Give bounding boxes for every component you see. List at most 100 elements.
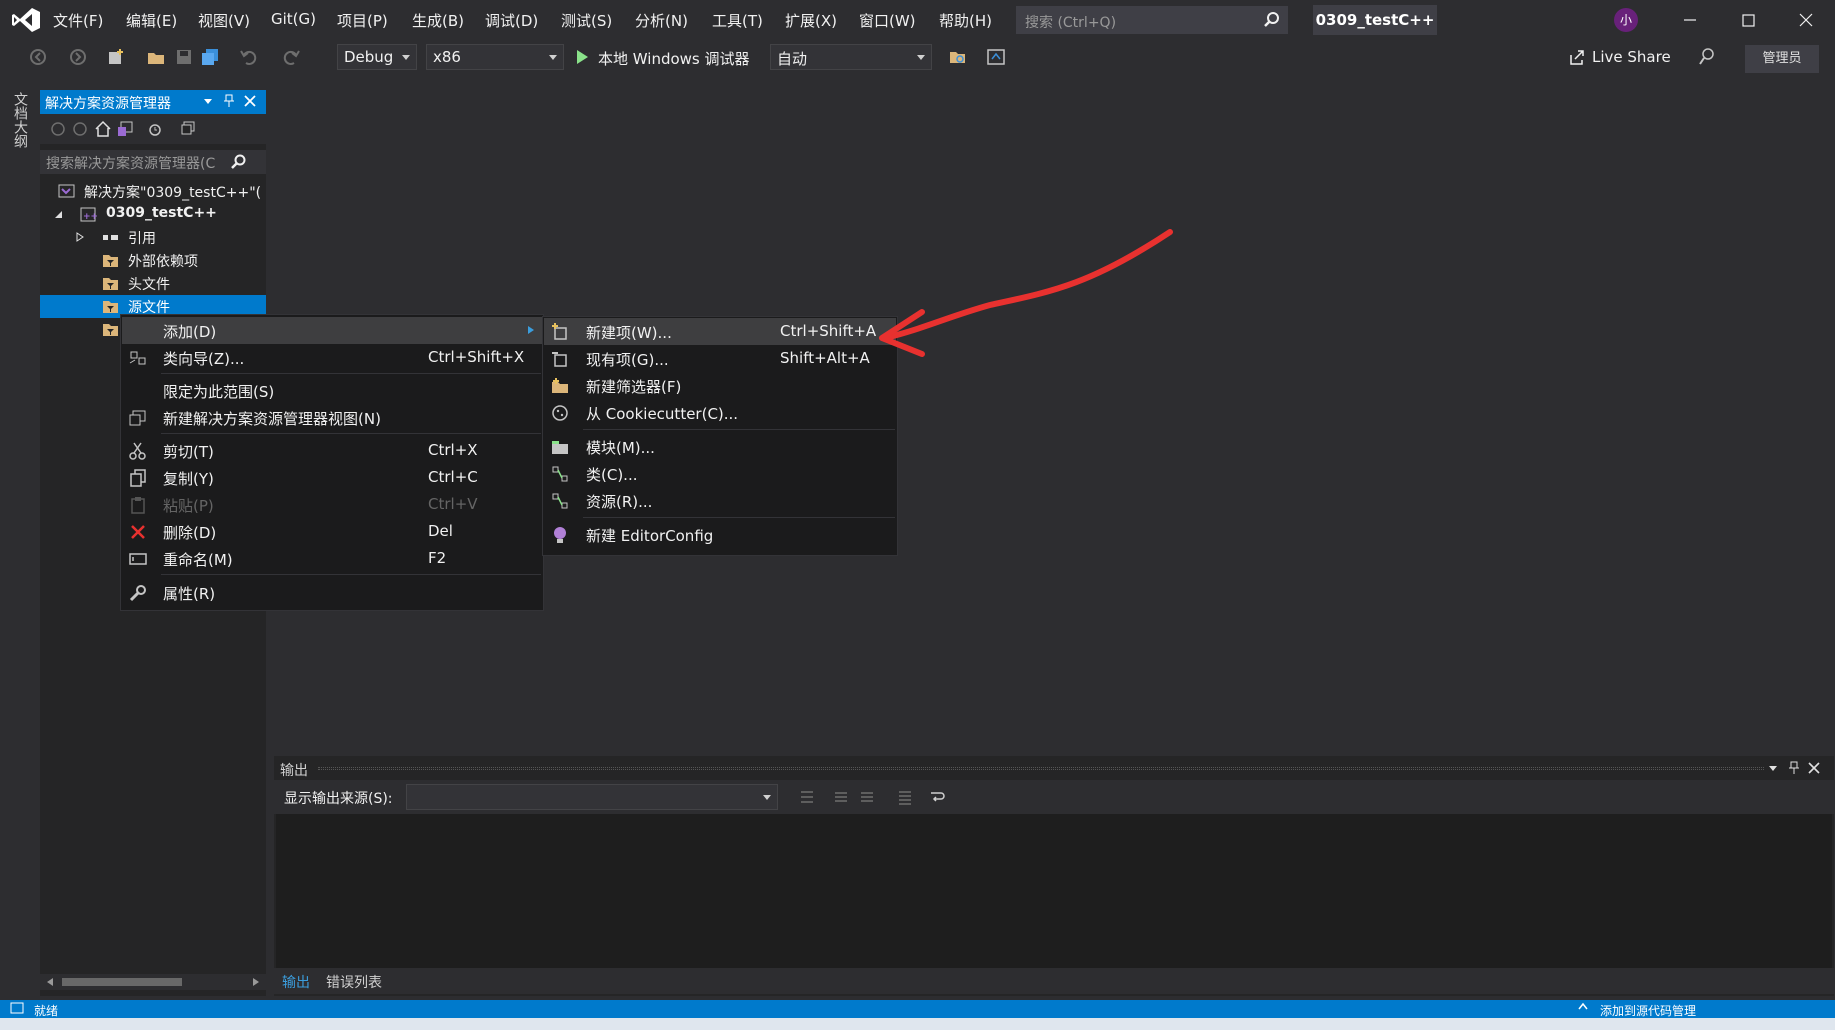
menu-item-shortcut: Ctrl+V (428, 495, 478, 513)
start-debugger-button[interactable]: 本地 Windows 调试器 (598, 48, 750, 69)
close-icon[interactable] (244, 95, 256, 107)
find-message-icon[interactable] (798, 788, 816, 806)
pin-icon[interactable] (223, 94, 235, 108)
search-placeholder: 搜索 (Ctrl+Q) (1025, 15, 1117, 31)
menu-test[interactable]: 测试(S) (561, 10, 612, 31)
save-all-icon[interactable] (200, 47, 220, 67)
tree-item-references[interactable]: 引用 (40, 226, 266, 249)
up-arrow-icon[interactable] (1578, 1002, 1588, 1012)
tree-item-header-files[interactable]: 头文件 (40, 272, 266, 295)
output-header: 输出 (274, 756, 1834, 780)
toggle-word-wrap-icon[interactable] (928, 788, 946, 806)
expanded-triangle-icon[interactable] (54, 210, 63, 219)
tree-item-solution[interactable]: 解决方案"0309_testC++"( (40, 180, 266, 203)
user-avatar[interactable]: 小 (1614, 8, 1638, 32)
close-icon[interactable] (1808, 762, 1820, 774)
output-source-select[interactable] (406, 784, 778, 810)
submenu-item-class[interactable]: 类(C)... (544, 460, 896, 487)
submenu-item-resource[interactable]: 资源(R)... (544, 487, 896, 514)
solution-explorer-search-input[interactable]: 搜索解决方案资源管理器(C (40, 150, 266, 174)
admin-badge[interactable]: 管理员 (1745, 45, 1819, 73)
context-menu-item-cut[interactable]: 剪切(T) Ctrl+X (122, 437, 542, 464)
previous-message-icon[interactable] (832, 788, 850, 806)
menu-file[interactable]: 文件(F) (53, 10, 103, 31)
collapsed-triangle-icon[interactable] (76, 232, 84, 242)
search-icon[interactable] (1263, 11, 1281, 29)
context-menu-item-add[interactable]: 添加(D) (122, 317, 542, 344)
panel-menu-chevron-icon[interactable] (202, 95, 214, 107)
browser-link-icon[interactable] (986, 47, 1006, 67)
resource-icon (550, 491, 570, 511)
menu-item-shortcut: Ctrl+Shift+A (780, 322, 877, 340)
auto-select[interactable]: 自动 (770, 44, 932, 70)
scrollbar-thumb[interactable] (62, 978, 182, 986)
menu-edit[interactable]: 编辑(E) (126, 10, 177, 31)
folder-search-icon[interactable] (948, 47, 968, 67)
next-message-icon[interactable] (858, 788, 876, 806)
minimize-icon[interactable] (1678, 8, 1702, 32)
clear-all-icon[interactable] (896, 788, 914, 806)
context-menu-item-scope-to-this[interactable]: 限定为此范围(S) (122, 377, 542, 404)
output-text-area[interactable] (276, 814, 1832, 968)
close-window-icon[interactable] (1794, 8, 1818, 32)
undo-icon[interactable] (238, 47, 258, 67)
maximize-icon[interactable] (1736, 8, 1760, 32)
global-search-input[interactable]: 搜索 (Ctrl+Q) (1016, 6, 1288, 34)
submenu-item-cookiecutter[interactable]: 从 Cookiecutter(C)... (544, 399, 896, 426)
menu-view[interactable]: 视图(V) (198, 10, 250, 31)
submenu-item-existing-item[interactable]: 现有项(G)... Shift+Alt+A (544, 345, 896, 372)
context-menu-item-rename[interactable]: 重命名(M) F2 (122, 545, 542, 572)
pin-icon[interactable] (1788, 761, 1800, 775)
scroll-left-arrow-icon[interactable] (46, 978, 54, 986)
context-menu-item-copy[interactable]: 复制(Y) Ctrl+C (122, 464, 542, 491)
submenu-item-module[interactable]: 模块(M)... (544, 433, 896, 460)
pending-changes-filter-icon[interactable] (146, 120, 164, 138)
menu-debug[interactable]: 调试(D) (485, 10, 538, 31)
back-icon[interactable] (50, 121, 66, 137)
add-to-source-control-button[interactable]: 添加到源代码管理 (1600, 1002, 1696, 1019)
tree-item-project[interactable]: ++ 0309_testC++ (40, 203, 266, 226)
paste-icon (128, 495, 148, 515)
menu-project[interactable]: 项目(P) (337, 10, 388, 31)
menu-tools[interactable]: 工具(T) (712, 10, 763, 31)
tree-item-external-deps[interactable]: 外部依赖项 (40, 249, 266, 272)
collapse-all-icon[interactable] (180, 120, 196, 136)
context-menu-item-paste[interactable]: 粘贴(P) Ctrl+V (122, 491, 542, 518)
document-outline-tab[interactable]: 文档大纲 (10, 92, 30, 148)
visual-studio-logo-icon[interactable] (10, 6, 42, 34)
panel-menu-chevron-icon[interactable] (1767, 762, 1779, 774)
menu-bar: 文件(F) 编辑(E) 视图(V) Git(G) 项目(P) 生成(B) 调试(… (0, 0, 1835, 40)
menu-extensions[interactable]: 扩展(X) (785, 10, 837, 31)
menu-window[interactable]: 窗口(W) (859, 10, 916, 31)
tab-error-list[interactable]: 错误列表 (326, 972, 382, 992)
feedback-icon[interactable] (1697, 47, 1717, 67)
home-icon[interactable] (94, 120, 112, 138)
navigate-forward-icon[interactable] (68, 47, 88, 67)
forward-icon[interactable] (72, 121, 88, 137)
context-menu-item-class-wizard[interactable]: 类向导(Z)... Ctrl+Shift+X (122, 344, 542, 371)
new-project-icon[interactable] (106, 47, 126, 67)
context-menu-item-properties[interactable]: 属性(R) (122, 579, 542, 606)
menu-analyze[interactable]: 分析(N) (635, 10, 688, 31)
navigate-back-icon[interactable] (28, 47, 48, 67)
context-menu-item-new-explorer-view[interactable]: 新建解决方案资源管理器视图(N) (122, 404, 542, 431)
switch-views-icon[interactable] (116, 120, 134, 138)
context-menu-item-delete[interactable]: 删除(D) Del (122, 518, 542, 545)
menu-help[interactable]: 帮助(H) (939, 10, 992, 31)
submenu-item-new-item[interactable]: 新建项(W)... Ctrl+Shift+A (544, 318, 896, 345)
live-share-button[interactable]: Live Share (1568, 48, 1671, 66)
menu-git[interactable]: Git(G) (271, 10, 316, 28)
submenu-item-editorconfig[interactable]: 新建 EditorConfig (544, 521, 896, 548)
scroll-right-arrow-icon[interactable] (252, 978, 260, 986)
save-icon[interactable] (174, 47, 194, 67)
solution-config-select[interactable]: Debug (337, 44, 417, 70)
start-debugging-play-icon[interactable] (573, 48, 591, 66)
tab-output[interactable]: 输出 (282, 972, 310, 992)
submenu-item-new-filter[interactable]: 新建筛选器(F) (544, 372, 896, 399)
horizontal-scrollbar[interactable] (40, 974, 266, 990)
redo-icon[interactable] (282, 47, 302, 67)
menu-build[interactable]: 生成(B) (412, 10, 464, 31)
search-icon[interactable] (230, 153, 248, 171)
open-folder-icon[interactable] (146, 47, 166, 67)
platform-select[interactable]: x86 (426, 44, 564, 70)
